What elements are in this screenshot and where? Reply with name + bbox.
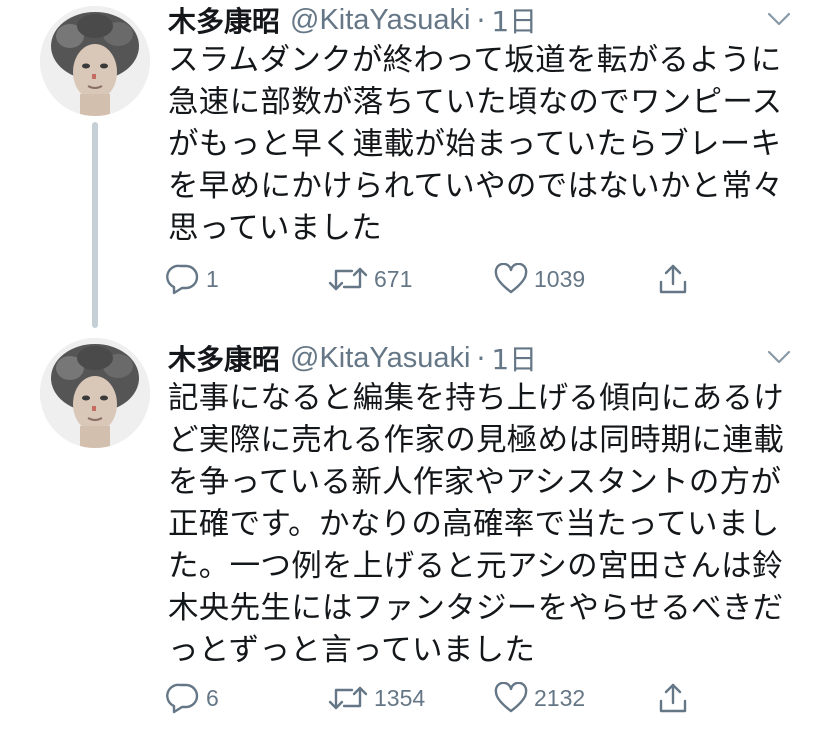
retweet-icon xyxy=(328,686,368,710)
reply-count: 6 xyxy=(206,684,219,711)
retweet-count: 671 xyxy=(374,265,413,292)
tweet-text: 記事になると編集を持ち上げる傾向にあるけ ど実際に売れる作家の見極めは同時期に連… xyxy=(168,378,784,672)
tweet-text-line: を早めにかけられていやのではないかと常々 xyxy=(168,169,784,204)
tweet-header: 木多康昭 @KitaYasuaki · 1日 xyxy=(168,338,537,378)
tweet-text-line: がもっと早く連載が始まっていたらブレーキ xyxy=(168,127,782,162)
display-name[interactable]: 木多康昭 xyxy=(168,338,280,378)
tweet-1[interactable]: 木多康昭 @KitaYasuaki · 1日 スラムダンクが終わって坂道を転がる… xyxy=(0,0,828,331)
action-bar: 1 671 1039 xyxy=(166,261,706,297)
heart-icon xyxy=(494,263,528,294)
timestamp[interactable]: 1日 xyxy=(491,0,537,40)
like-count: 1039 xyxy=(534,265,586,292)
timestamp[interactable]: 1日 xyxy=(491,338,537,378)
thread-line xyxy=(92,122,98,328)
handle[interactable]: @KitaYasuaki xyxy=(290,4,470,37)
separator: · xyxy=(476,341,486,375)
reply-button[interactable]: 6 xyxy=(166,680,219,716)
reply-count: 1 xyxy=(206,265,219,292)
tweet-text-line: 木央先生にはファンタジーをやらせるべきだ xyxy=(168,591,784,626)
tweet-text: スラムダンクが終わって坂道を転がるように 急速に部数が落ちていた頃なのでワンピー… xyxy=(168,40,784,250)
like-button[interactable]: 1039 xyxy=(494,261,585,297)
tweet-text-line: 思っていました xyxy=(168,211,383,246)
retweet-button[interactable]: 1354 xyxy=(328,680,425,716)
tweet-text-line: っとずっと言っていました xyxy=(168,633,536,668)
chevron-down-icon[interactable] xyxy=(766,348,792,366)
like-count: 2132 xyxy=(534,684,586,711)
tweet-2[interactable]: 木多康昭 @KitaYasuaki · 1日 記事になると編集を持ち上げる傾向に… xyxy=(0,338,828,731)
share-icon xyxy=(659,264,687,294)
tweet-text-line: を争っている新人作家やアシスタントの方が xyxy=(168,465,782,500)
separator: · xyxy=(476,3,486,37)
tweet-text-line: 正確です。かなりの高確率で当たっていまし xyxy=(168,507,780,542)
chevron-down-icon[interactable] xyxy=(766,10,792,28)
tweet-text-line: 急速に部数が落ちていた頃なのでワンピース xyxy=(168,85,783,120)
handle[interactable]: @KitaYasuaki xyxy=(290,342,470,375)
avatar[interactable] xyxy=(40,338,150,448)
reply-icon xyxy=(166,264,199,295)
avatar[interactable] xyxy=(40,6,150,116)
reply-icon xyxy=(166,683,199,714)
tweet-text-line: ど実際に売れる作家の見極めは同時期に連載 xyxy=(168,423,784,458)
share-icon xyxy=(659,683,687,713)
display-name[interactable]: 木多康昭 xyxy=(168,0,280,40)
tweet-text-line: 記事になると編集を持ち上げる傾向にあるけ xyxy=(168,381,784,416)
retweet-icon xyxy=(328,267,368,291)
tweet-header: 木多康昭 @KitaYasuaki · 1日 xyxy=(168,0,537,40)
tweet-text-line: た。一つ例を上げると元アシの宮田さんは鈴 xyxy=(168,549,783,584)
tweet-text-line: スラムダンクが終わって坂道を転がるように xyxy=(168,43,782,78)
retweet-button[interactable]: 671 xyxy=(328,261,412,297)
share-button[interactable] xyxy=(656,261,696,297)
like-button[interactable]: 2132 xyxy=(494,680,585,716)
action-bar: 6 1354 2132 xyxy=(166,680,706,716)
retweet-count: 1354 xyxy=(374,684,426,711)
heart-icon xyxy=(494,682,528,713)
reply-button[interactable]: 1 xyxy=(166,261,219,297)
share-button[interactable] xyxy=(656,680,696,716)
